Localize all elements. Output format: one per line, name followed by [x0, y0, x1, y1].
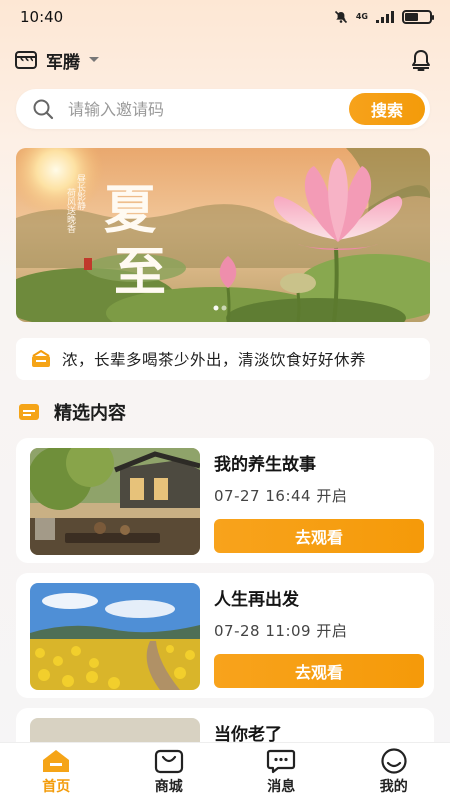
banner-summer-solstice[interactable]: 夏 至 昼长影静 荷风送晚香	[16, 148, 430, 322]
status-icons: 4G	[334, 10, 434, 24]
notice-bar[interactable]: 浓，长辈多喝茶少外出，清淡饮食好好休养	[16, 338, 430, 380]
card-title: 人生再出发	[214, 590, 299, 610]
watch-button[interactable]: 去观看	[214, 519, 424, 553]
search-bar: 搜索	[16, 89, 430, 129]
invite-code-input[interactable]	[68, 99, 349, 119]
banner-poem-right: 荷风送晚香	[65, 188, 76, 233]
banner-title-char-1: 夏	[104, 180, 157, 241]
status-bar: 10:40 4G	[0, 0, 450, 34]
brand-switcher[interactable]: 军腾	[14, 48, 100, 73]
home-icon	[43, 749, 70, 772]
card-time: 07-28 11:09 开启	[214, 622, 348, 640]
message-icon	[267, 749, 296, 773]
banner-image: 夏 至 昼长影静 荷风送晚香	[16, 148, 430, 322]
tab-label: 首页	[42, 778, 71, 795]
search-button[interactable]: 搜索	[349, 93, 425, 125]
tab-messages[interactable]: 消息	[241, 748, 321, 796]
status-time: 10:40	[20, 8, 64, 26]
announcement-icon	[32, 350, 50, 367]
notice-text: 浓，长辈多喝茶少外出，清淡饮食好好休养	[62, 351, 367, 369]
brand-name: 军腾	[46, 52, 80, 73]
content-card: 我的养生故事 07-27 16:44 开启 去观看	[16, 438, 434, 563]
folder-icon	[19, 404, 39, 420]
battery-icon	[402, 10, 434, 24]
banner-title-char-2: 至	[114, 242, 166, 303]
section-header: 精选内容	[18, 398, 126, 426]
watch-button[interactable]: 去观看	[214, 654, 424, 688]
network-label: 4G	[355, 12, 368, 21]
tab-shop[interactable]: 商城	[129, 748, 209, 796]
tab-label: 消息	[267, 778, 296, 795]
profile-icon	[381, 747, 407, 774]
tab-label: 我的	[379, 778, 408, 795]
card-time: 07-27 16:44 开启	[214, 487, 348, 505]
content-card: 人生再出发 07-28 11:09 开启 去观看	[16, 573, 434, 698]
bottom-tab-bar: 首页 商城 消息 我的	[0, 742, 450, 800]
tab-label: 商城	[154, 778, 183, 795]
mute-icon	[334, 10, 347, 24]
section-title: 精选内容	[54, 403, 126, 424]
shop-icon	[154, 749, 183, 773]
signal-icon	[376, 11, 394, 23]
bell-icon[interactable]	[410, 48, 432, 72]
caret-down-icon	[89, 57, 99, 62]
search-icon	[33, 99, 54, 120]
card-title: 我的养生故事	[214, 455, 316, 475]
banner-seal	[84, 258, 92, 270]
tab-home[interactable]: 首页	[16, 748, 96, 796]
store-icon	[15, 51, 37, 69]
card-thumbnail	[30, 583, 200, 690]
banner-poem-left: 昼长影静	[75, 174, 86, 210]
tab-profile[interactable]: 我的	[354, 747, 434, 796]
app-header: 军腾	[14, 44, 432, 76]
card-thumbnail	[30, 448, 200, 555]
